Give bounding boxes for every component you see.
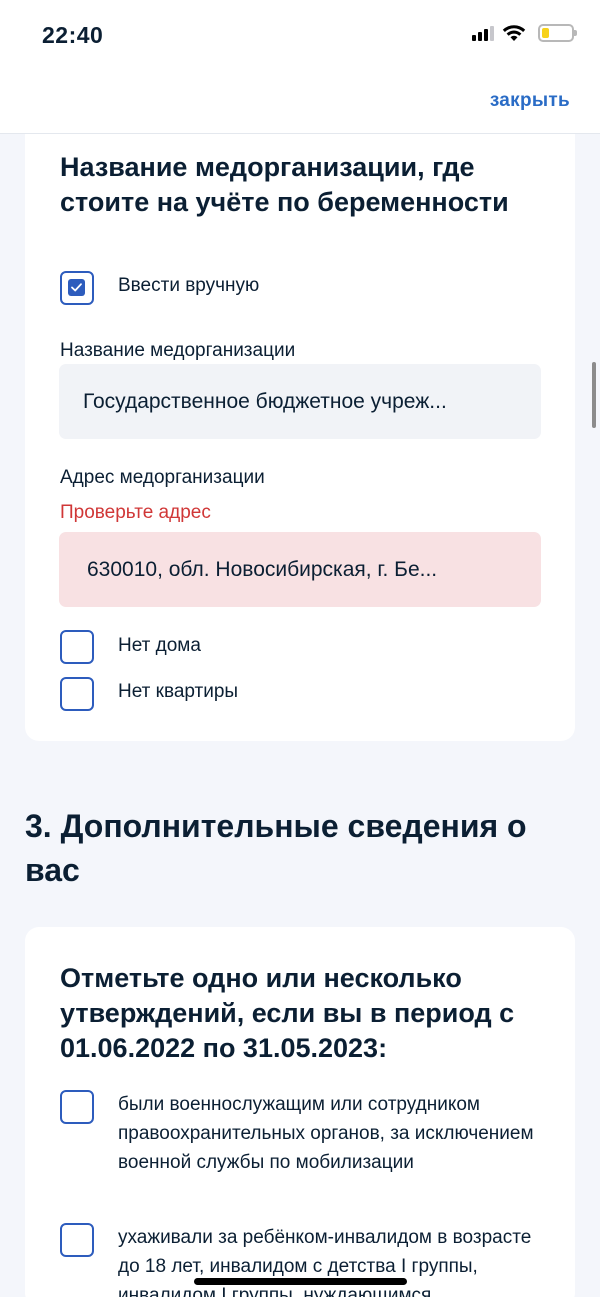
check-icon bbox=[71, 283, 82, 292]
home-indicator[interactable] bbox=[194, 1278, 407, 1285]
disabled-care-checkbox[interactable] bbox=[60, 1223, 94, 1257]
manual-entry-label: Ввести вручную bbox=[118, 275, 260, 296]
section-title: 3. Дополнительные сведения о вас bbox=[25, 808, 527, 888]
card-title: Название медорганизации, где стоите на у… bbox=[60, 152, 509, 217]
close-button[interactable]: закрыть bbox=[490, 90, 570, 112]
no-house-label: Нет дома bbox=[118, 635, 201, 656]
status-bar: 22:40 bbox=[0, 0, 600, 72]
manual-entry-checkbox[interactable] bbox=[60, 271, 94, 305]
address-error-message: Проверьте адрес bbox=[60, 502, 211, 523]
medorg-name-label: Название медорганизации bbox=[60, 340, 296, 361]
scroll-indicator[interactable] bbox=[592, 362, 596, 428]
status-icons bbox=[472, 24, 577, 42]
battery-icon bbox=[538, 24, 577, 42]
status-time: 22:40 bbox=[42, 22, 104, 48]
top-bar: закрыть bbox=[0, 72, 600, 134]
no-apartment-label: Нет квартиры bbox=[118, 681, 239, 702]
wifi-icon bbox=[502, 25, 526, 41]
no-apartment-checkbox[interactable] bbox=[60, 677, 94, 711]
statements-title: Отметьте одно или несколько утверждений,… bbox=[60, 963, 515, 1063]
no-house-checkbox[interactable] bbox=[60, 630, 94, 664]
medorg-name-input[interactable]: Государственное бюджетное учреж... bbox=[59, 364, 541, 439]
medorg-address-input[interactable]: 630010, обл. Новосибирская, г. Бе... bbox=[59, 532, 541, 607]
cellular-signal-icon bbox=[472, 25, 494, 41]
military-service-label: были военнослужащим или сотрудником прав… bbox=[118, 1094, 534, 1173]
disabled-care-label: ухаживали за ребёнком-инвалидом в возрас… bbox=[118, 1227, 532, 1297]
statements-card: Отметьте одно или несколько утверждений,… bbox=[25, 927, 575, 1297]
medorg-address-label: Адрес медорганизации bbox=[60, 467, 265, 488]
military-service-checkbox[interactable] bbox=[60, 1090, 94, 1124]
medorg-card: Название медорганизации, где стоите на у… bbox=[25, 134, 575, 741]
